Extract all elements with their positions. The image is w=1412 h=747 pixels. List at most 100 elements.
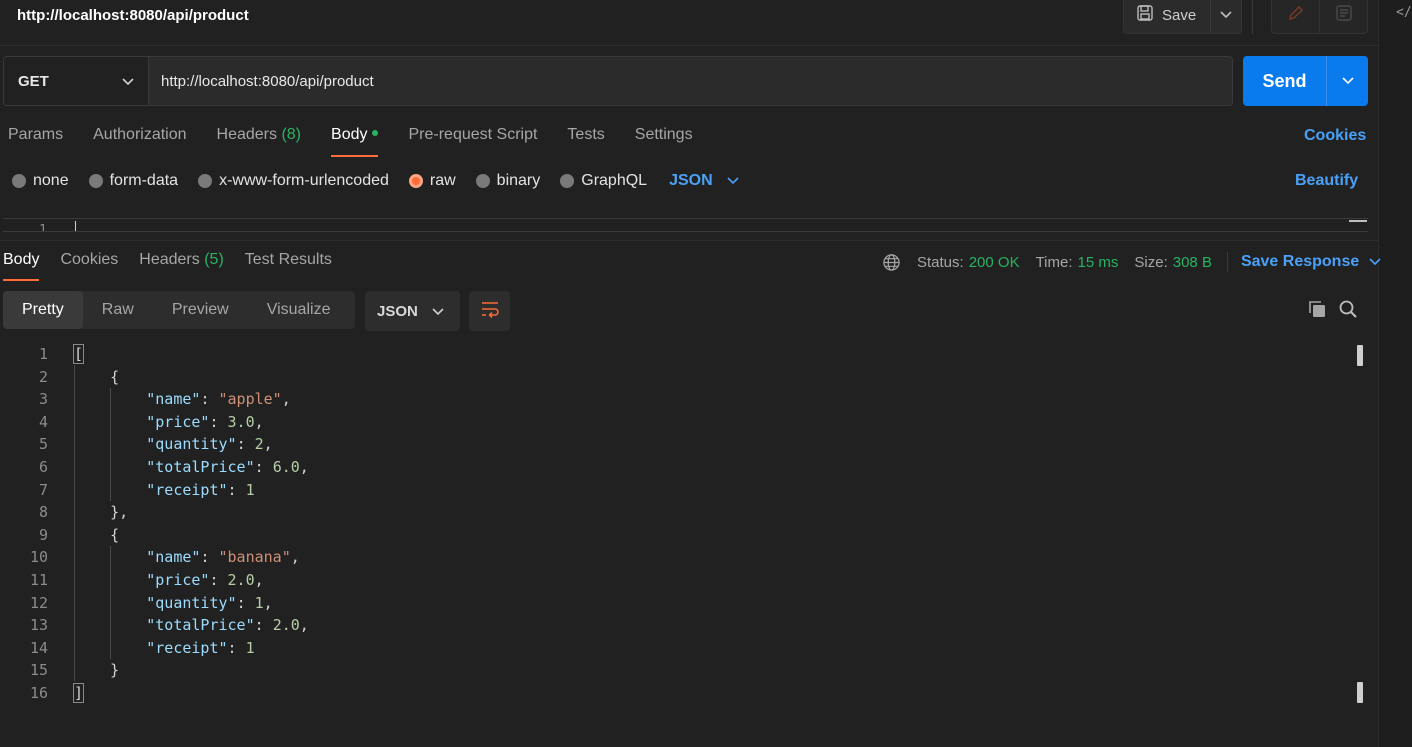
indent-guide (110, 546, 111, 659)
tab-label: Cookies (60, 251, 119, 268)
send-dropdown-button[interactable] (1327, 56, 1368, 106)
view-visualize[interactable]: Visualize (248, 291, 350, 329)
line-number: 9 (38, 525, 48, 544)
tab-response-cookies[interactable]: Cookies (60, 251, 118, 280)
editor-scrollbar[interactable] (1349, 220, 1367, 222)
tab-response-headers[interactable]: Headers (5) (139, 251, 224, 280)
response-headers-count: (5) (204, 251, 224, 268)
documentation-button[interactable] (1320, 0, 1367, 33)
url-input[interactable] (149, 57, 1232, 105)
radio-label: raw (429, 172, 456, 189)
search-icon[interactable] (1338, 299, 1358, 324)
line-number: 16 (29, 683, 48, 702)
line-number: 15 (29, 661, 48, 680)
radio-x-www-form-urlencoded[interactable]: x-www-form-urlencoded (198, 172, 389, 190)
chevron-down-icon (1369, 253, 1381, 271)
status-label: Status: (917, 253, 964, 271)
save-button-group: Save (1123, 0, 1243, 34)
send-button-group: Send (1243, 56, 1368, 106)
time-value[interactable]: 15 ms (1078, 254, 1119, 271)
text-cursor (75, 221, 76, 231)
response-format-select[interactable]: JSON (365, 291, 460, 331)
line-number: 1 (38, 345, 48, 363)
request-body-editor[interactable]: 1 (3, 218, 1368, 232)
radio-none[interactable]: none (12, 172, 69, 190)
response-format-label: JSON (377, 302, 418, 320)
tab-headers[interactable]: Headers (8) (217, 126, 302, 156)
line-number: 12 (29, 593, 48, 612)
indent-guide (110, 388, 111, 501)
tab-settings[interactable]: Settings (635, 126, 693, 156)
code-line: 5 "quantity": 2, (0, 433, 1378, 456)
globe-icon[interactable] (882, 253, 901, 272)
radio-label: none (33, 172, 69, 189)
tab-label: Body (3, 251, 40, 268)
json-value: "banana" (218, 548, 291, 567)
view-pretty[interactable]: Pretty (3, 291, 83, 329)
code-line: 9 { (0, 524, 1378, 547)
tab-body[interactable]: Body (331, 126, 379, 157)
pencil-icon (1287, 4, 1305, 27)
tab-test-results[interactable]: Test Results (245, 251, 332, 280)
tab-label: Test Results (244, 251, 332, 268)
method-select[interactable]: GET (4, 57, 149, 105)
json-value: 1 (245, 638, 255, 657)
size-value[interactable]: 308 B (1173, 254, 1212, 271)
tab-label: Tests (567, 126, 605, 143)
save-response-label: Save Response (1240, 253, 1360, 270)
request-url-bar: GET (3, 56, 1233, 106)
json-key: "totalPrice" (146, 457, 255, 476)
json-key: "price" (146, 412, 210, 431)
radio-raw[interactable]: raw (408, 172, 456, 190)
tab-tests[interactable]: Tests (567, 126, 604, 156)
cookies-link[interactable]: Cookies (1304, 127, 1366, 145)
edit-button[interactable] (1272, 0, 1320, 33)
tab-label: Authorization (93, 126, 187, 143)
json-key: "totalPrice" (146, 616, 255, 635)
time-label: Time: (1035, 253, 1073, 271)
save-response-button[interactable]: Save Response (1241, 253, 1381, 271)
code-line: 11 "price": 2.0, (0, 569, 1378, 592)
tab-pre-request-script[interactable]: Pre-request Script (408, 126, 537, 156)
send-button[interactable]: Send (1243, 56, 1327, 106)
chevron-down-icon (727, 172, 739, 190)
save-icon (1136, 4, 1154, 26)
status-value[interactable]: 200 OK (969, 254, 1020, 271)
radio-circle (475, 174, 490, 188)
radio-binary[interactable]: binary (475, 172, 540, 190)
code-line: 13 "totalPrice": 2.0, (0, 614, 1378, 637)
save-button[interactable]: Save (1124, 0, 1212, 33)
request-title[interactable]: http://localhost:8080/api/product (17, 7, 249, 24)
radio-graphql[interactable]: GraphQL (560, 172, 647, 190)
line-number: 2 (38, 367, 48, 386)
radio-label: x-www-form-urlencoded (219, 172, 389, 189)
scrollbar-thumb[interactable] (1357, 682, 1363, 703)
json-key: "name" (146, 548, 201, 567)
scrollbar-thumb[interactable] (1357, 345, 1363, 366)
line-number: 5 (38, 435, 48, 454)
line-number: 1 (39, 223, 47, 232)
beautify-button[interactable]: Beautify (1295, 172, 1358, 190)
pane-resize-handle[interactable] (0, 240, 1378, 241)
copy-icon[interactable] (1307, 299, 1327, 324)
view-preview[interactable]: Preview (153, 291, 248, 329)
wrap-lines-button[interactable] (469, 291, 510, 331)
response-meta: Status: 200 OK Time: 15 ms Size: 308 B Save… (882, 252, 1381, 272)
tab-params[interactable]: Params (8, 126, 63, 156)
code-line: 3 "name": "apple", (0, 388, 1378, 411)
body-indicator-dot (372, 129, 379, 136)
save-dropdown-button[interactable] (1211, 0, 1241, 33)
response-body-editor[interactable]: 1[ 2 { 3 "name": "apple", 4 "price": 3.0… (0, 343, 1378, 705)
chevron-down-icon (432, 303, 444, 320)
code-line: 16] (0, 682, 1378, 705)
tab-response-body[interactable]: Body (3, 251, 40, 281)
code-line: 10 "name": "banana", (0, 546, 1378, 569)
raw-format-select[interactable]: JSON (669, 172, 739, 190)
json-key: "quantity" (146, 435, 237, 454)
code-line: 4 "price": 3.0, (0, 411, 1378, 434)
tab-authorization[interactable]: Authorization (93, 126, 186, 156)
json-value: "apple" (218, 390, 282, 409)
radio-form-data[interactable]: form-data (88, 172, 178, 190)
code-snippet-icon[interactable]: </ (1396, 5, 1412, 20)
view-raw[interactable]: Raw (83, 291, 153, 329)
